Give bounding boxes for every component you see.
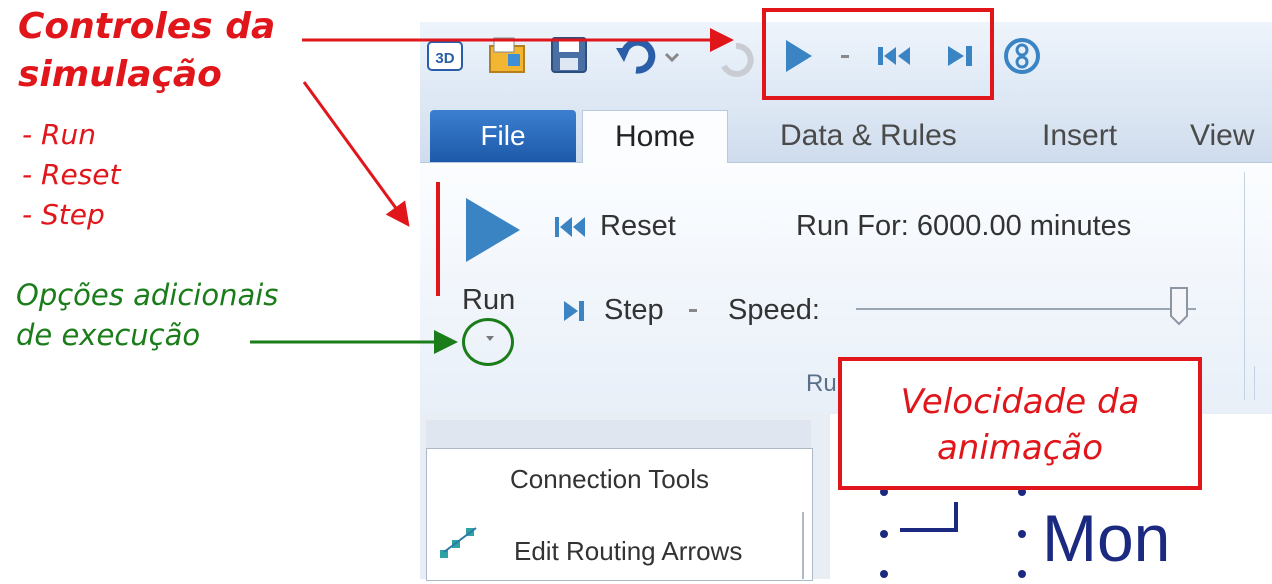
arrow-to-run-group: [302, 81, 410, 227]
annotation-arrows: [250, 28, 734, 354]
